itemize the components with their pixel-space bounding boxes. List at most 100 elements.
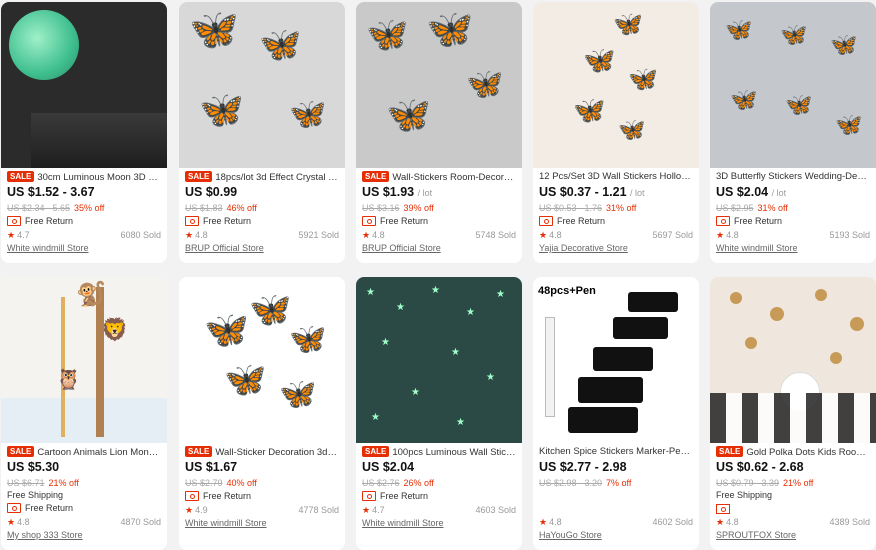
product-image[interactable]: 🦋 🦋 🦋 🦋 <box>356 2 522 168</box>
product-title[interactable]: SALEWall-Sticker Decoration 3d Butterfly <box>185 446 339 459</box>
product-image[interactable]: 🐒 🦁 🦉 <box>1 277 167 443</box>
product-card[interactable]: 🦋 🦋 🦋 🦋 🦋 🦋 3D Butterfly Stickers Weddin… <box>710 2 876 263</box>
free-return: Free Return <box>185 214 339 228</box>
butterfly-icon: 🦋 <box>785 92 813 117</box>
butterfly-icon: 🦋 <box>199 89 244 130</box>
product-card[interactable]: 48pcs+Pen Kitchen Spice Stickers Marker-… <box>533 277 699 550</box>
butterfly-icon: 🦋 <box>189 8 239 52</box>
product-title[interactable]: SALEWall-Stickers Room-Decoration Butter… <box>362 171 516 184</box>
sold-count: 6080 Sold <box>120 230 161 240</box>
store-link[interactable]: White windmill Store <box>185 517 339 529</box>
original-price: US $0.53 - 1.76 31% off <box>539 203 637 213</box>
free-return: Free Return <box>7 214 161 228</box>
store-link[interactable]: SPROUTFOX Store <box>716 529 870 541</box>
discount-label: 39% off <box>403 203 434 213</box>
product-card[interactable]: SALEGold Polka Dots Kids Room Wall Stick… <box>710 277 876 550</box>
polka-dot <box>770 307 784 321</box>
star-icon: ★ <box>7 517 16 527</box>
star-icon: ★ <box>451 347 460 358</box>
product-title[interactable]: SALEGold Polka Dots Kids Room Wall Stick… <box>716 446 870 459</box>
star-icon: ★ <box>496 289 505 300</box>
return-icon <box>362 216 376 226</box>
butterfly-icon: 🦋 <box>613 11 643 38</box>
product-image[interactable] <box>1 2 167 168</box>
monkey-icon: 🐒 <box>76 281 106 308</box>
product-card[interactable]: 🦋 🦋 🦋 🦋 SALE 18pcs/lot 3d Effect Crystal … <box>179 2 345 263</box>
discount-label: 31% off <box>606 203 637 213</box>
product-card[interactable]: 🦋 🦋 🦋 🦋 🦋 SALE Wall-Sticker Decoration 3d… <box>179 277 345 550</box>
product-title[interactable]: SALE18pcs/lot 3d Effect Crystal Butterfl… <box>185 171 339 184</box>
rating: ★ 4.8 <box>539 517 562 527</box>
product-price: US $0.37 - 1.21 / lot <box>539 185 645 199</box>
return-icon <box>716 504 730 514</box>
discount-label: 40% off <box>226 478 257 488</box>
product-price: US $0.62 - 2.68 <box>716 460 804 474</box>
product-card[interactable]: ★ ★ ★ ★ ★ ★ ★ ★ ★ ★ ★ SALE 100pcs Luminou… <box>356 277 522 550</box>
return-icon <box>362 491 376 501</box>
product-title[interactable]: SALE30cm Luminous Moon 3D Wall Sticker <box>7 171 161 184</box>
butterfly-icon: 🦋 <box>204 309 249 350</box>
discount-label: 46% off <box>226 203 257 213</box>
product-image[interactable]: 48pcs+Pen <box>533 277 699 443</box>
butterfly-icon: 🦋 <box>426 9 474 51</box>
sold-count: 4389 Sold <box>829 517 870 527</box>
chalk-label-shape <box>593 347 653 371</box>
discount-label: 21% off <box>783 478 814 488</box>
product-price: US $0.99 <box>185 185 238 199</box>
polka-dot <box>830 352 842 364</box>
discount-label: 26% off <box>403 478 434 488</box>
rating: ★ 4.8 <box>539 230 562 240</box>
product-card[interactable]: 🐒 🦁 🦉 SALECartoon Animals Lion Monkey He… <box>1 277 167 550</box>
discount-label: 35% off <box>74 203 105 213</box>
chalk-label-shape <box>568 407 638 433</box>
product-title[interactable]: SALE100pcs Luminous Wall Stickers Stars <box>362 446 516 459</box>
star-icon: ★ <box>539 517 548 527</box>
store-link[interactable]: BRUP Official Store <box>185 242 339 254</box>
product-grid: SALE30cm Luminous Moon 3D Wall Sticker U… <box>0 0 876 550</box>
store-link[interactable]: HaYouGo Store <box>539 529 693 541</box>
butterfly-icon: 🦋 <box>573 95 606 125</box>
product-image[interactable]: 🦋 🦋 🦋 🦋 <box>179 2 345 168</box>
star-icon: ★ <box>411 387 420 398</box>
original-price: US $2.76 26% off <box>362 478 434 488</box>
star-icon: ★ <box>396 302 405 313</box>
product-title[interactable]: SALECartoon Animals Lion Monkey Height M… <box>7 446 161 459</box>
product-image[interactable] <box>710 277 876 443</box>
free-return: Free Return <box>362 214 516 228</box>
product-title[interactable]: 12 Pcs/Set 3D Wall Stickers Hollow Butte… <box>539 171 693 184</box>
star-icon: ★ <box>185 230 194 240</box>
store-link[interactable]: White windmill Store <box>7 242 161 254</box>
rating: ★ 4.7 <box>362 505 385 515</box>
product-title[interactable]: Kitchen Spice Stickers Marker-Pen Chalkb… <box>539 446 693 459</box>
free-return <box>539 501 693 515</box>
product-image[interactable]: 🦋 🦋 🦋 🦋 🦋 🦋 <box>710 2 876 168</box>
product-card[interactable]: 🦋 🦋 🦋 🦋 SALEWall-Stickers Room-Decoratio… <box>356 2 522 263</box>
butterfly-icon: 🦋 <box>366 16 409 54</box>
rating: ★ 4.8 <box>7 517 30 527</box>
product-card[interactable]: SALE30cm Luminous Moon 3D Wall Sticker U… <box>1 2 167 263</box>
store-link[interactable]: My shop 333 Store <box>7 529 161 541</box>
sold-count: 4778 Sold <box>298 505 339 515</box>
star-icon: ★ <box>185 505 194 515</box>
store-link[interactable]: BRUP Official Store <box>362 242 516 254</box>
product-card[interactable]: 🦋 🦋 🦋 🦋 🦋 12 Pcs/Set 3D Wall Stickers Ho… <box>533 2 699 263</box>
pack-label: 48pcs+Pen <box>538 285 596 297</box>
return-icon <box>185 216 199 226</box>
marker-pen-shape <box>545 317 555 417</box>
product-image[interactable]: 🦋 🦋 🦋 🦋 🦋 <box>533 2 699 168</box>
sale-badge: SALE <box>362 446 390 457</box>
store-link[interactable]: Yajia Decorative Store <box>539 242 693 254</box>
product-price: US $1.93 / lot <box>362 185 433 199</box>
butterfly-icon: 🦋 <box>224 361 267 399</box>
free-return: Free Return <box>7 501 161 515</box>
sold-count: 5748 Sold <box>475 230 516 240</box>
product-title[interactable]: 3D Butterfly Stickers Wedding-Decoration <box>716 171 870 184</box>
product-image[interactable]: 🦋 🦋 🦋 🦋 🦋 <box>179 277 345 443</box>
product-image[interactable]: ★ ★ ★ ★ ★ ★ ★ ★ ★ ★ ★ <box>356 277 522 443</box>
star-icon: ★ <box>466 307 475 318</box>
store-link[interactable]: White windmill Store <box>362 517 516 529</box>
rating: ★ 4.7 <box>7 230 30 240</box>
store-link[interactable]: White windmill Store <box>716 242 870 254</box>
product-price: US $1.52 - 3.67 <box>7 185 95 199</box>
sale-badge: SALE <box>362 171 390 182</box>
